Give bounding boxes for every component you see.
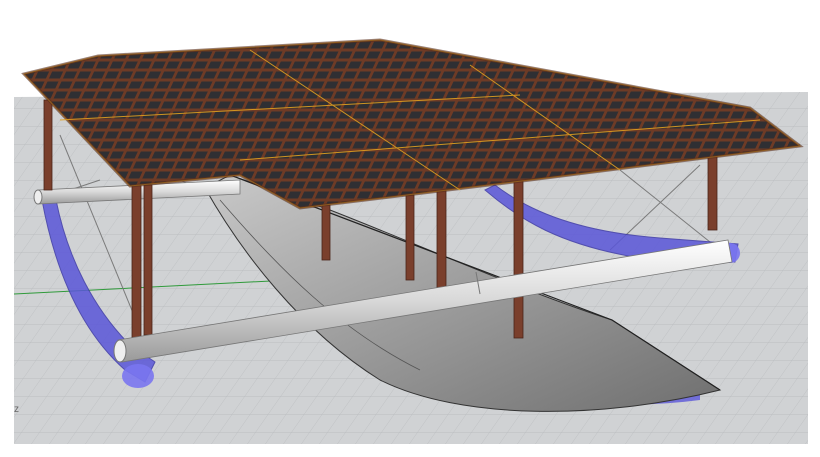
3d-model-canvas[interactable]: z bbox=[0, 0, 820, 457]
axis-label-z: z bbox=[14, 404, 19, 415]
rhino-perspective-viewport[interactable]: z bbox=[0, 0, 820, 457]
